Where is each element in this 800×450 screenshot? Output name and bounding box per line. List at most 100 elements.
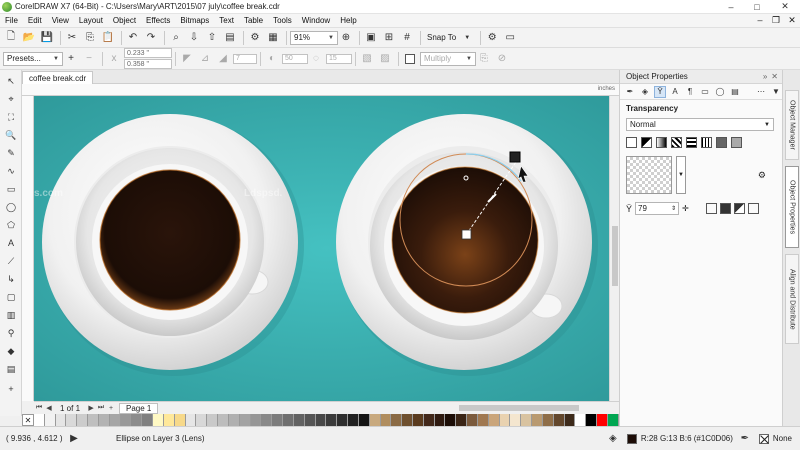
docker-scroll-icon[interactable]: ▼ bbox=[770, 86, 782, 98]
menu-layout[interactable]: Layout bbox=[74, 16, 108, 25]
doc-restore-icon[interactable]: ❐ bbox=[768, 15, 784, 26]
palette-swatch[interactable] bbox=[196, 414, 208, 426]
interactive-fill-icon[interactable]: ◆ bbox=[3, 344, 19, 358]
palette-swatch[interactable] bbox=[88, 414, 99, 426]
show-grid-icon[interactable]: # bbox=[399, 30, 415, 46]
palette-swatch[interactable] bbox=[98, 414, 110, 426]
palette-swatch[interactable] bbox=[391, 414, 403, 426]
uniform-transparency-icon[interactable] bbox=[641, 137, 652, 148]
fill-bucket-icon[interactable]: ◈ bbox=[639, 86, 651, 98]
connector-tool-icon[interactable]: ↳ bbox=[3, 272, 19, 286]
rectangle-tool-icon[interactable]: ▭ bbox=[3, 182, 19, 196]
blend-mode-select[interactable]: Normal ▼ bbox=[626, 118, 774, 131]
remove-preset-icon[interactable]: − bbox=[81, 51, 97, 67]
palette-swatch[interactable] bbox=[575, 414, 587, 426]
vertical-scrollbar[interactable] bbox=[609, 96, 619, 401]
show-rulers-icon[interactable]: ⊞ bbox=[381, 30, 397, 46]
shape-tool-icon[interactable]: ⌖ bbox=[3, 92, 19, 106]
freeze-transparency-icon[interactable] bbox=[747, 203, 759, 214]
shadow-opacity-field[interactable]: 50 bbox=[282, 53, 308, 64]
pick-tool-icon[interactable]: ↖ bbox=[3, 74, 19, 88]
snap-to-label[interactable]: Snap To bbox=[427, 33, 456, 42]
palette-swatch[interactable] bbox=[586, 414, 598, 426]
palette-swatch[interactable] bbox=[423, 414, 435, 426]
palette-swatch[interactable] bbox=[348, 414, 359, 426]
import-icon[interactable]: ⇩ bbox=[186, 30, 202, 46]
open-folder-icon[interactable]: 📂 bbox=[21, 30, 37, 46]
palette-swatch[interactable] bbox=[174, 414, 186, 426]
menu-effects[interactable]: Effects bbox=[141, 16, 175, 25]
outline-none-chip[interactable] bbox=[758, 433, 769, 444]
cut-icon[interactable]: ✂ bbox=[64, 30, 80, 46]
chevron-down-icon[interactable]: ▼ bbox=[459, 30, 475, 46]
palette-swatch[interactable] bbox=[467, 414, 478, 426]
transparency-wineglass-icon[interactable]: Ÿ bbox=[654, 85, 666, 98]
clear-shadow-icon[interactable]: ⊘ bbox=[494, 51, 510, 67]
ellipse-tool-icon[interactable]: ◯ bbox=[3, 200, 19, 214]
welcome-screen-icon[interactable]: ▦ bbox=[265, 30, 281, 46]
undo-icon[interactable]: ↶ bbox=[125, 30, 141, 46]
search-content-icon[interactable]: ⌕ bbox=[168, 30, 184, 46]
smart-fill-icon[interactable]: ▤ bbox=[3, 362, 19, 376]
shadow-feather-field[interactable]: 15 bbox=[326, 53, 352, 64]
prev-page-icon[interactable]: ◀ bbox=[44, 404, 54, 412]
shadow-color-icon[interactable] bbox=[402, 51, 418, 67]
palette-swatch[interactable] bbox=[207, 414, 219, 426]
palette-swatch[interactable] bbox=[250, 414, 262, 426]
minimize-button[interactable]: – bbox=[718, 0, 744, 14]
add-preset-icon[interactable]: + bbox=[63, 51, 79, 67]
two-color-pattern-icon[interactable] bbox=[701, 137, 712, 148]
menu-text[interactable]: Text bbox=[214, 16, 239, 25]
palette-swatch[interactable] bbox=[315, 414, 327, 426]
palette-swatch[interactable] bbox=[380, 414, 392, 426]
next-page-icon[interactable]: ▶ bbox=[86, 404, 96, 412]
transparency-preview-swatch[interactable] bbox=[626, 156, 672, 194]
palette-swatch[interactable] bbox=[272, 414, 284, 426]
crosshair-icon[interactable]: ✛ bbox=[682, 204, 689, 213]
save-icon[interactable]: 💾 bbox=[39, 30, 55, 46]
palette-swatch[interactable] bbox=[261, 414, 273, 426]
shadow-stretch-icon[interactable]: ⊿ bbox=[197, 51, 213, 67]
apply-to-outline-icon[interactable] bbox=[719, 203, 731, 214]
zoom-tool-icon[interactable]: 🔍 bbox=[3, 128, 19, 142]
palette-swatch[interactable] bbox=[477, 414, 489, 426]
no-color-icon[interactable]: ✕ bbox=[22, 414, 34, 426]
palette-swatch[interactable] bbox=[66, 414, 78, 426]
fill-color-chip[interactable] bbox=[626, 433, 637, 444]
page-tab[interactable]: Page 1 bbox=[119, 402, 159, 414]
shadow-feather-icon[interactable]: ◌ bbox=[308, 51, 324, 67]
shadow-opacity-icon[interactable]: ◐ bbox=[264, 51, 280, 67]
postscript-transparency-icon[interactable] bbox=[731, 137, 742, 148]
palette-swatch[interactable] bbox=[553, 414, 565, 426]
apply-to-fill-icon[interactable] bbox=[705, 203, 717, 214]
transparency-amount-field[interactable]: 79 ⇕ bbox=[635, 202, 680, 215]
palette-swatch[interactable] bbox=[131, 414, 143, 426]
palette-swatch[interactable] bbox=[358, 414, 370, 426]
parallel-dimension-icon[interactable]: ⟋ bbox=[3, 254, 19, 268]
palette-swatch[interactable] bbox=[488, 414, 500, 426]
maximize-button[interactable]: □ bbox=[744, 0, 770, 14]
polygon-tool-icon[interactable]: ⬠ bbox=[3, 218, 19, 232]
zoom-level-select[interactable]: 91% ▼ bbox=[290, 30, 338, 45]
palette-swatch[interactable] bbox=[532, 414, 543, 426]
application-launcher-icon[interactable]: ⚙ bbox=[247, 30, 263, 46]
launch-icon[interactable]: ▭ bbox=[502, 30, 518, 46]
menu-table[interactable]: Table bbox=[239, 16, 268, 25]
palette-swatch[interactable] bbox=[304, 414, 316, 426]
palette-swatch[interactable] bbox=[607, 414, 619, 426]
palette-swatch[interactable] bbox=[597, 414, 608, 426]
frame-icon[interactable]: ▭ bbox=[699, 86, 711, 98]
palette-swatch[interactable] bbox=[412, 414, 424, 426]
palette-swatch[interactable] bbox=[239, 414, 251, 426]
palette-swatch[interactable] bbox=[44, 414, 56, 426]
no-transparency-icon[interactable] bbox=[626, 137, 637, 148]
palette-swatch[interactable] bbox=[337, 414, 349, 426]
doc-close-icon[interactable]: ✕ bbox=[784, 15, 800, 26]
copy-icon[interactable]: ⎘ bbox=[82, 30, 98, 46]
add-page-icon[interactable]: + bbox=[106, 405, 116, 412]
tab-align-and-distribute[interactable]: Align and Distribute bbox=[785, 254, 799, 344]
apply-to-all-icon[interactable] bbox=[733, 203, 745, 214]
palette-swatch[interactable] bbox=[402, 414, 413, 426]
add-tool-icon[interactable]: + bbox=[3, 382, 19, 396]
palette-swatch[interactable] bbox=[445, 414, 457, 426]
